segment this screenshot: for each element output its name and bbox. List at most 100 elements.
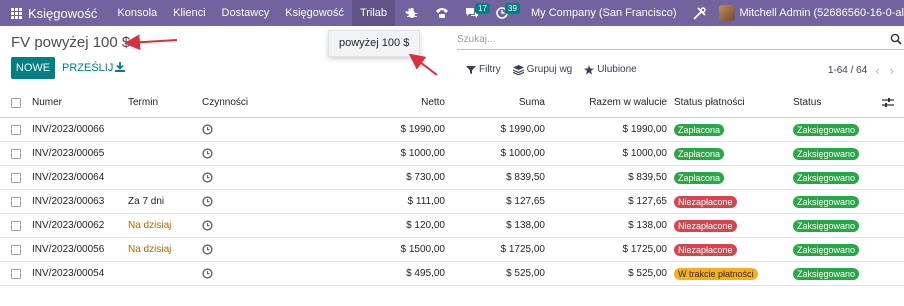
avatar[interactable] bbox=[718, 5, 735, 21]
activity-clock-icon[interactable] bbox=[202, 142, 213, 165]
table-row[interactable]: INV/2023/00062 Na dzisiaj $ 120,00 $ 138,00… bbox=[0, 214, 904, 238]
dropdown-item-above-100[interactable]: powyżej 100 $ bbox=[329, 31, 419, 56]
favorites-label: Ulubione bbox=[597, 64, 637, 75]
invoice-sum: $ 127,65 bbox=[506, 196, 545, 207]
activities-clock-icon[interactable]: 39 bbox=[491, 0, 520, 26]
top-navbar: Księgowość Konsola Klienci Dostawcy Księ… bbox=[0, 0, 904, 26]
app-name[interactable]: Księgowość bbox=[28, 6, 97, 21]
bug-icon[interactable] bbox=[401, 0, 423, 26]
status-badge: Zaksięgowano bbox=[793, 171, 860, 184]
company-switcher[interactable]: My Company (San Francisco) bbox=[531, 7, 677, 19]
column-header-status[interactable]: Status bbox=[793, 88, 821, 117]
filters-button[interactable]: Filtry bbox=[466, 64, 501, 75]
upload-button[interactable]: PRZEŚLIJ bbox=[62, 57, 113, 79]
tools-icon[interactable] bbox=[689, 0, 711, 26]
navbar-systray: 17 39 My Company (San Francisco) Mitchel… bbox=[401, 0, 904, 26]
messages-icon[interactable]: 17 bbox=[461, 0, 490, 26]
menu-ksiegowosc[interactable]: Księgowość bbox=[277, 0, 352, 26]
invoice-currency-amount: $ 127,65 bbox=[628, 196, 667, 207]
invoice-number: INV/2023/00062 bbox=[32, 220, 105, 231]
row-checkbox[interactable] bbox=[11, 262, 22, 285]
table-row[interactable]: INV/2023/00064 $ 730,00 $ 839,50 $ 839,50 Za… bbox=[0, 166, 904, 190]
invoice-number: INV/2023/00063 bbox=[32, 196, 105, 207]
filters-label: Filtry bbox=[479, 64, 501, 75]
favorites-button[interactable]: Ulubione bbox=[584, 64, 637, 75]
invoice-currency-amount: $ 1000,00 bbox=[622, 148, 668, 159]
table-row[interactable]: INV/2023/00056 Na dzisiaj $ 1500,00 $ 1725,… bbox=[0, 238, 904, 262]
trilab-dropdown: powyżej 100 $ bbox=[328, 30, 420, 57]
invoice-currency-amount: $ 138,00 bbox=[628, 220, 667, 231]
invoice-net: $ 111,00 bbox=[407, 196, 445, 207]
column-header-payment-status[interactable]: Status płatności bbox=[674, 88, 745, 117]
invoice-sum: $ 1990,00 bbox=[500, 124, 546, 135]
status-badge: Zaksięgowano bbox=[793, 195, 860, 208]
row-checkbox[interactable] bbox=[11, 118, 22, 141]
payment-status-cell: Niezapłacone bbox=[674, 214, 737, 237]
activity-clock-icon[interactable] bbox=[202, 214, 213, 237]
pager: 1-64 / 64 ‹ › bbox=[828, 63, 904, 78]
menu-konsola[interactable]: Konsola bbox=[109, 0, 165, 26]
invoice-sum: $ 839,50 bbox=[506, 172, 545, 183]
activity-clock-icon[interactable] bbox=[202, 262, 213, 285]
optional-columns-icon[interactable] bbox=[882, 88, 894, 117]
menu-dostawcy[interactable]: Dostawcy bbox=[214, 0, 278, 26]
activity-clock-icon[interactable] bbox=[202, 118, 213, 141]
new-button[interactable]: NOWE bbox=[11, 57, 55, 79]
table-row[interactable]: INV/2023/00063 Za 7 dni $ 111,00 $ 127,65 $ … bbox=[0, 190, 904, 214]
menu-klienci[interactable]: Klienci bbox=[165, 0, 213, 26]
annotation-arrow-title bbox=[124, 34, 178, 51]
column-header-number[interactable]: Numer bbox=[32, 88, 62, 117]
column-header-sum[interactable]: Suma bbox=[460, 88, 545, 117]
activity-clock-icon[interactable] bbox=[202, 166, 213, 189]
annotation-arrow-dropdown bbox=[408, 53, 438, 76]
select-all-checkbox[interactable] bbox=[11, 88, 22, 117]
activity-clock-icon[interactable] bbox=[202, 190, 213, 213]
table-row[interactable]: INV/2023/00066 $ 1990,00 $ 1990,00 $ 1990,0… bbox=[0, 118, 904, 142]
row-checkbox[interactable] bbox=[11, 238, 22, 261]
payment-status-badge: Niezapłacone bbox=[674, 243, 737, 256]
search-panel-buttons: Filtry Grupuj wg Ulubione bbox=[466, 64, 637, 75]
group-by-label: Grupuj wg bbox=[526, 64, 573, 75]
row-checkbox[interactable] bbox=[11, 190, 22, 213]
row-checkbox[interactable] bbox=[11, 166, 22, 189]
row-checkbox[interactable] bbox=[11, 142, 22, 165]
messages-count-badge: 17 bbox=[475, 3, 490, 14]
invoice-sum: $ 138,00 bbox=[506, 220, 545, 231]
download-icon[interactable] bbox=[114, 61, 126, 73]
pager-value[interactable]: 1-64 / 64 bbox=[828, 65, 867, 76]
payment-status-badge: Zapłacona bbox=[674, 123, 725, 136]
status-badge: Zaksięgowano bbox=[793, 147, 860, 160]
payment-status-cell: Zapłacona bbox=[674, 166, 725, 189]
payment-status-cell: Niezapłacone bbox=[674, 190, 737, 213]
invoice-currency-amount: $ 839,50 bbox=[628, 172, 667, 183]
table-row[interactable]: INV/2023/00065 $ 1000,00 $ 1000,00 $ 1000,0… bbox=[0, 142, 904, 166]
invoice-number: INV/2023/00056 bbox=[32, 244, 105, 255]
status-cell: Zaksięgowano bbox=[793, 190, 860, 213]
column-header-currency-amount[interactable]: Razem w walucie bbox=[560, 88, 667, 117]
search-input[interactable] bbox=[457, 30, 877, 48]
invoice-list-table: Numer Termin Czynności Netto Suma Razem … bbox=[0, 88, 904, 286]
invoice-number: INV/2023/00065 bbox=[32, 148, 105, 159]
filter-icon bbox=[466, 65, 476, 74]
apps-menu-icon[interactable] bbox=[7, 0, 25, 26]
table-row[interactable]: INV/2023/00054 $ 495,00 $ 525,00 $ 525,00 W … bbox=[0, 262, 904, 286]
payment-status-badge: Niezapłacone bbox=[674, 219, 737, 232]
user-menu[interactable]: Mitchell Admin (52686560-16-0-al bbox=[740, 7, 904, 19]
activities-count-badge: 39 bbox=[505, 3, 520, 14]
status-badge: Zaksięgowano bbox=[793, 123, 860, 136]
payment-status-badge: Niezapłacone bbox=[674, 195, 737, 208]
pager-previous-button[interactable]: ‹ bbox=[875, 63, 879, 78]
column-header-term[interactable]: Termin bbox=[128, 88, 158, 117]
menu-trilab[interactable]: Trilab bbox=[351, 0, 396, 26]
column-header-activities[interactable]: Czynności bbox=[202, 88, 248, 117]
status-cell: Zaksięgowano bbox=[793, 262, 860, 285]
search-icon[interactable] bbox=[890, 33, 902, 45]
row-checkbox[interactable] bbox=[11, 214, 22, 237]
column-header-net[interactable]: Netto bbox=[360, 88, 445, 117]
group-by-button[interactable]: Grupuj wg bbox=[512, 64, 573, 75]
invoice-number: INV/2023/00064 bbox=[32, 172, 105, 183]
pager-next-button[interactable]: › bbox=[890, 63, 894, 78]
payment-status-cell: Zapłacona bbox=[674, 142, 725, 165]
phone-icon[interactable] bbox=[431, 0, 453, 26]
activity-clock-icon[interactable] bbox=[202, 238, 213, 261]
